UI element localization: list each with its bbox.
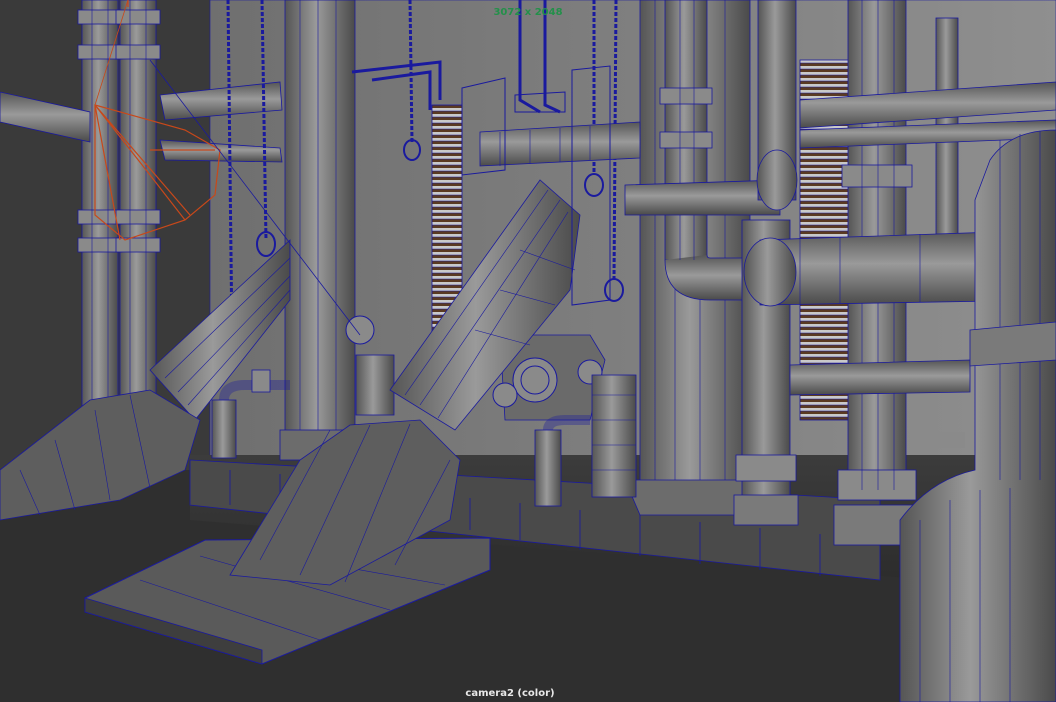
maya-viewport[interactable]: 3072 x 2048 camera2 (color) xyxy=(0,0,1056,702)
column-left xyxy=(279,0,361,461)
viewport-scene[interactable] xyxy=(0,0,1056,702)
